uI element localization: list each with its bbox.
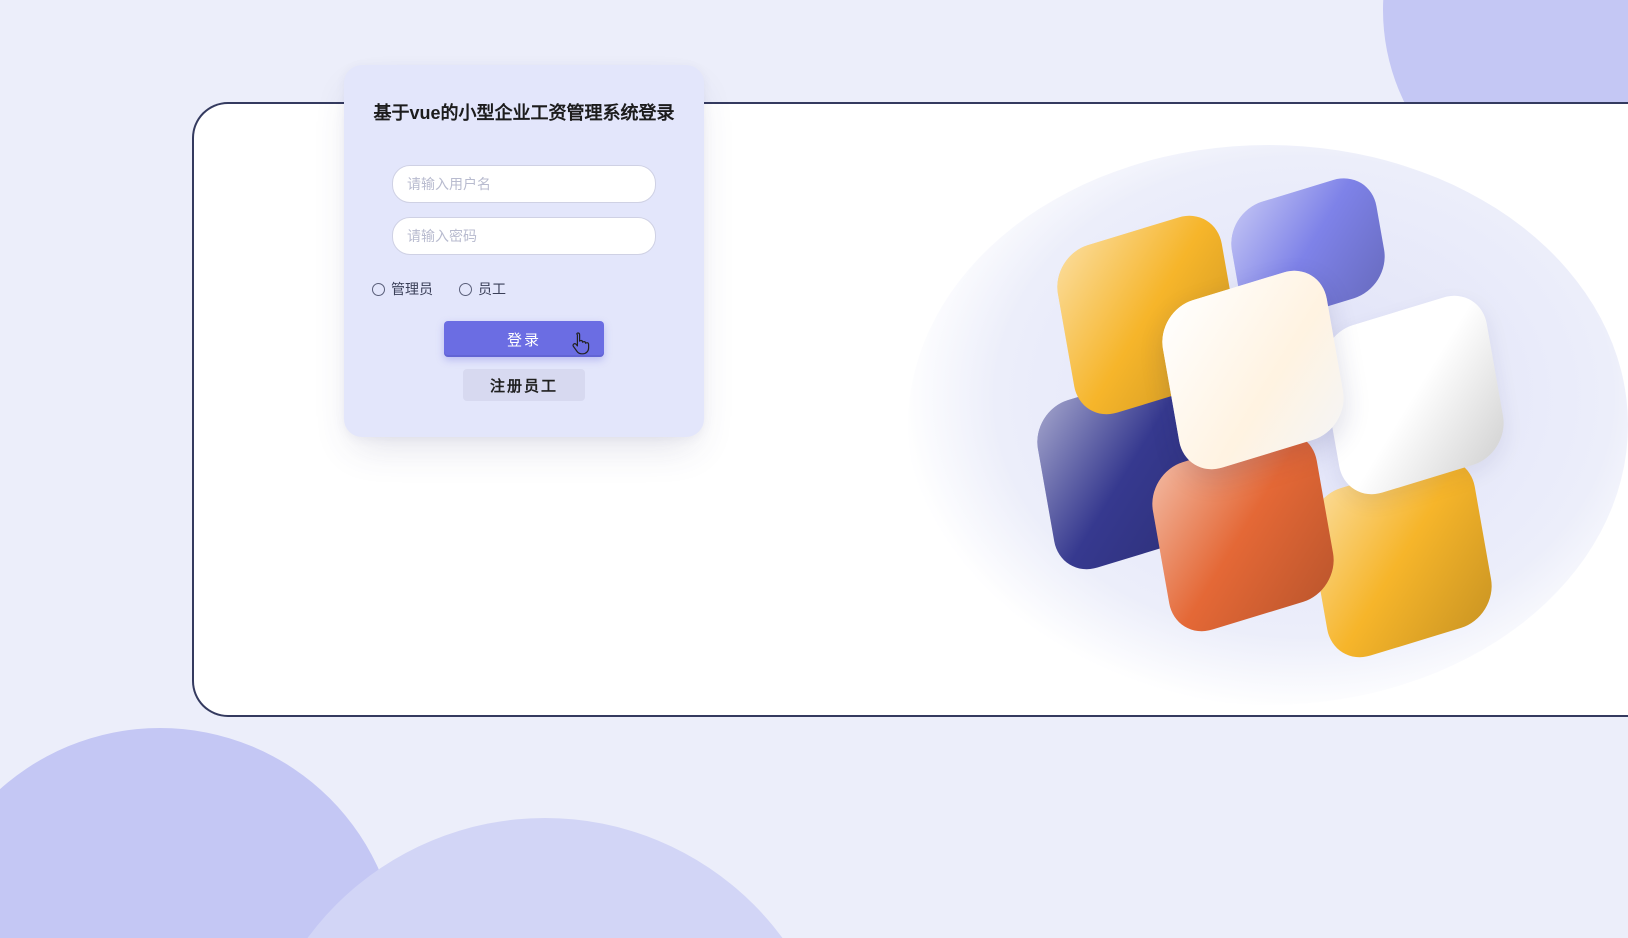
role-radio-admin[interactable] [372, 283, 385, 296]
role-radio-employee[interactable] [459, 283, 472, 296]
role-option-employee[interactable]: 员工 [459, 279, 506, 299]
login-card: 基于vue的小型企业工资管理系统登录 管理员 员工 登录 注册员工 [344, 65, 704, 437]
register-employee-button[interactable]: 注册员工 [463, 369, 585, 401]
login-button[interactable]: 登录 [444, 321, 604, 357]
role-radio-admin-label: 管理员 [391, 279, 433, 299]
role-option-admin[interactable]: 管理员 [372, 279, 433, 299]
password-input[interactable] [392, 217, 656, 255]
role-radio-group: 管理员 员工 [372, 279, 678, 299]
username-input[interactable] [392, 165, 656, 203]
login-title: 基于vue的小型企业工资管理系统登录 [370, 99, 678, 125]
role-radio-employee-label: 员工 [478, 279, 506, 299]
